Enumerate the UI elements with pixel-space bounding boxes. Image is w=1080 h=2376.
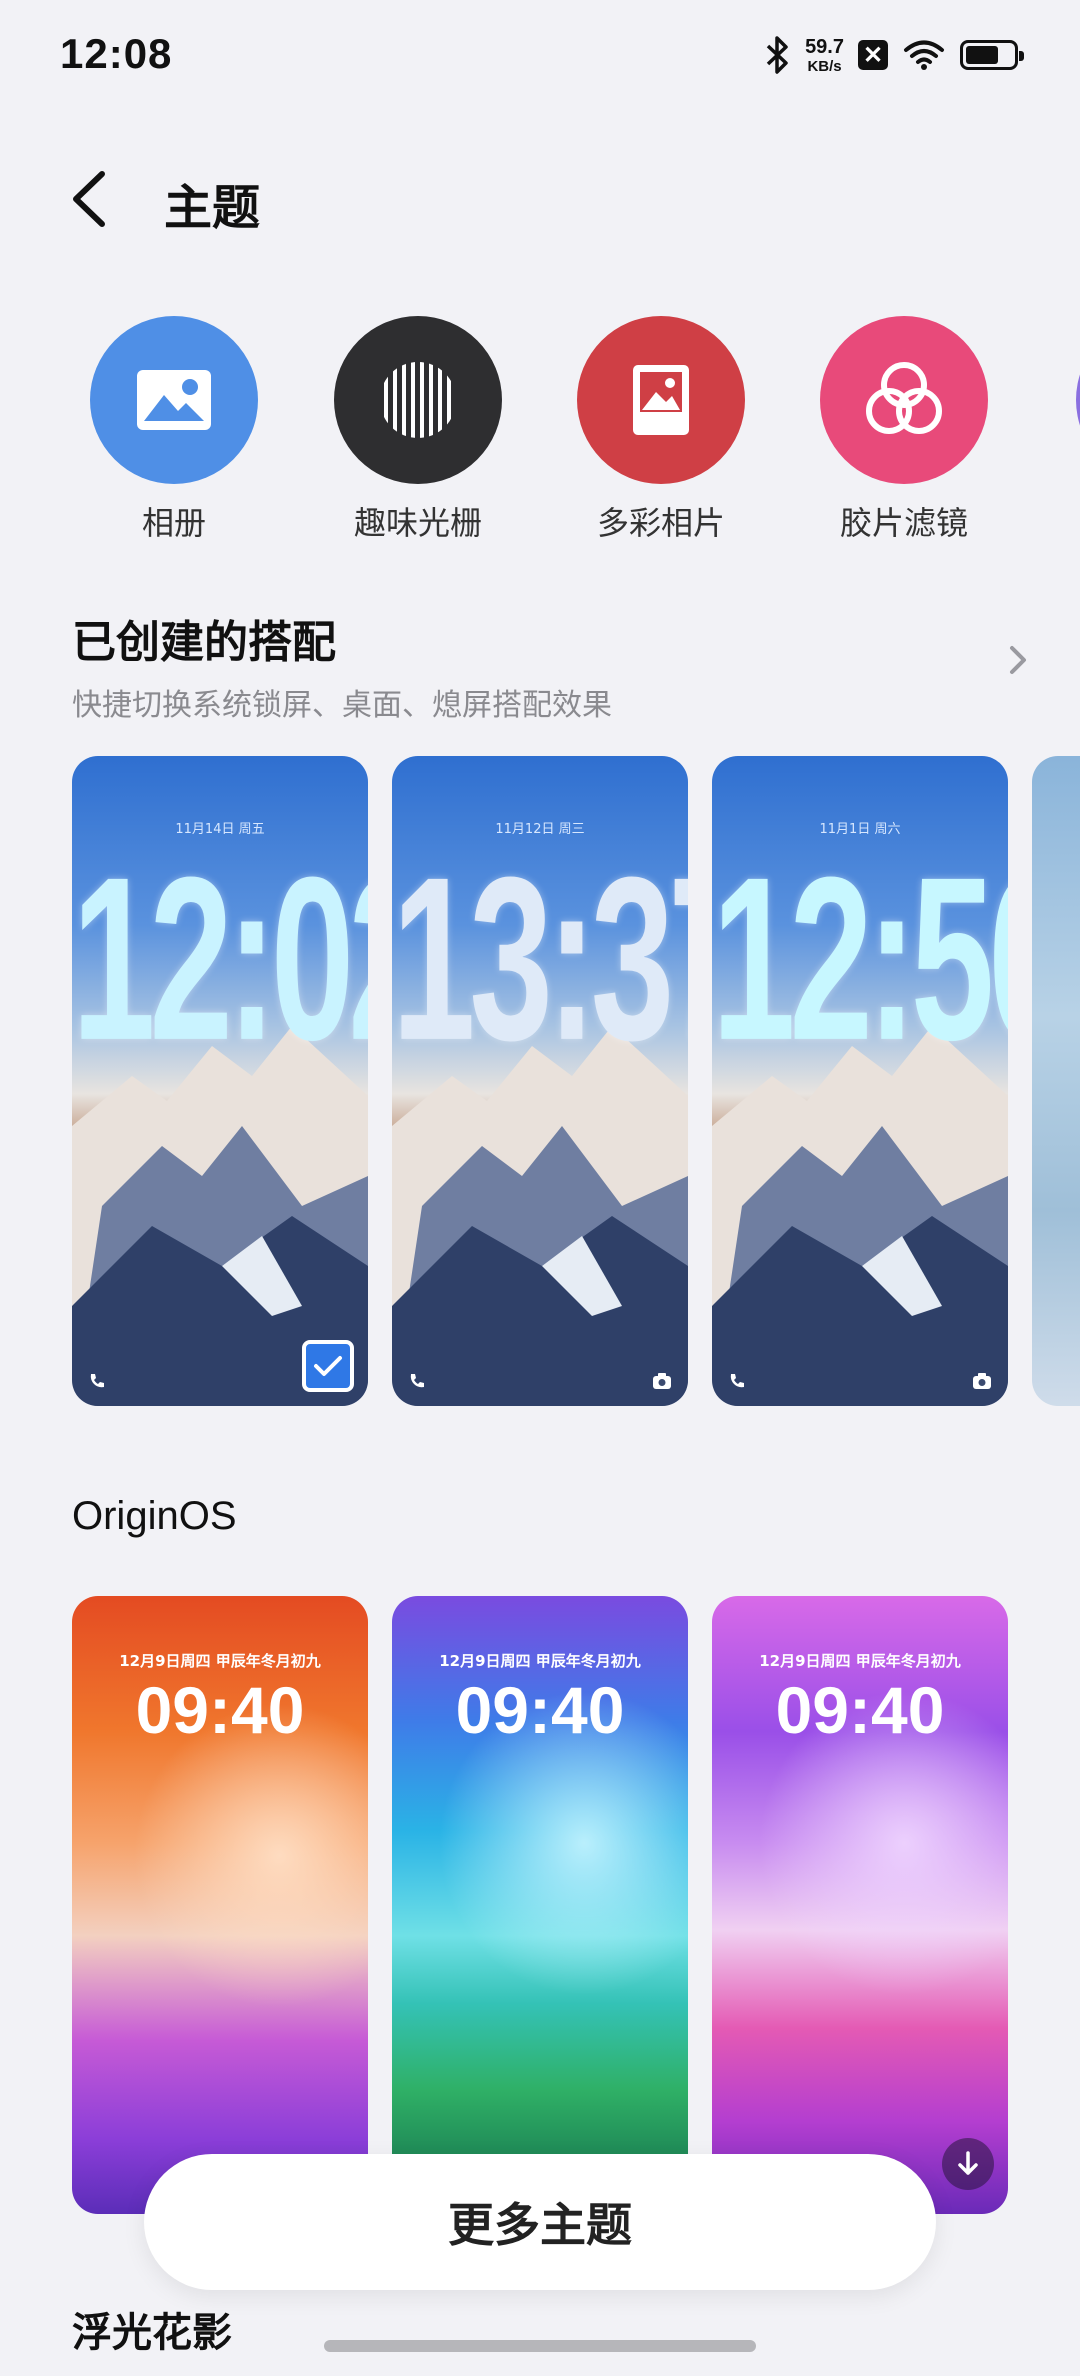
grating-icon xyxy=(384,362,451,438)
lockscreen-card[interactable]: 11月14日 周五 12:02 xyxy=(72,756,368,1406)
network-speed: 59.7 KB/s xyxy=(805,37,844,74)
section-title-originos: OriginOS xyxy=(72,1494,237,1538)
download-icon xyxy=(958,2151,978,2175)
selected-checkbox[interactable] xyxy=(302,1340,354,1392)
theme-card[interactable]: 12月9日周四 甲辰年冬月初九 09:40 xyxy=(712,1596,1008,2214)
status-icons: 59.7 KB/s ✕ xyxy=(765,36,1024,74)
status-time: 12:08 xyxy=(60,30,173,77)
gallery-icon xyxy=(137,370,211,430)
lock-clock: 12:50 xyxy=(712,828,1008,1089)
theme-date: 12月9日周四 甲辰年冬月初九 xyxy=(439,1652,641,1670)
camera-icon xyxy=(653,1373,671,1389)
lockscreen-card-peek[interactable] xyxy=(1032,756,1080,1406)
phone-icon xyxy=(90,1374,104,1388)
category-label: 多彩相片 xyxy=(596,504,725,542)
theme-card[interactable]: 12月9日周四 甲辰年冬月初九 09:40 xyxy=(72,1596,368,2214)
section-title-next: 浮光花影 xyxy=(72,2310,232,2356)
bluetooth-icon xyxy=(766,36,788,74)
category-gallery[interactable]: 相册 xyxy=(74,316,274,544)
category-row[interactable]: 相册 趣味光栅 多彩相片 胶片滤镜 xyxy=(0,316,1080,546)
camera-icon xyxy=(973,1373,991,1389)
phone-icon xyxy=(410,1374,424,1388)
network-speed-value: 59.7 xyxy=(805,35,844,58)
status-bar: 12:08 59.7 KB/s ✕ xyxy=(0,0,1080,120)
theme-clock: 09:40 xyxy=(455,1673,625,1747)
category-peek-circle[interactable] xyxy=(1076,316,1080,484)
theme-date: 12月9日周四 甲辰年冬月初九 xyxy=(119,1652,321,1670)
originos-row: 12月9日周四 甲辰年冬月初九 09:40 12月9日周四 甲辰年冬月初九 09… xyxy=(0,1596,1080,2216)
page-title: 主题 xyxy=(164,180,261,236)
theme-card[interactable]: 12月9日周四 甲辰年冬月初九 09:40 xyxy=(392,1596,688,2214)
category-colorful-photo-circle[interactable] xyxy=(577,316,745,484)
wifi-icon xyxy=(904,40,944,70)
lockscreen-card[interactable]: 11月12日 周三 13:37 xyxy=(392,756,688,1406)
category-label: 趣味光栅 xyxy=(353,504,482,542)
category-grating[interactable]: 趣味光栅 xyxy=(318,316,518,544)
category-more-peek[interactable] xyxy=(1060,316,1080,484)
battery-icon xyxy=(960,40,1024,70)
theme-clock: 09:40 xyxy=(135,1673,305,1747)
checkmark-icon xyxy=(314,1356,342,1376)
category-grating-circle[interactable] xyxy=(334,316,502,484)
category-film-filter[interactable]: 胶片滤镜 xyxy=(804,316,1004,544)
lockscreen-card[interactable]: 11月1日 周六 12:50 xyxy=(712,756,1008,1406)
section-subtitle-created: 快捷切换系统锁屏、桌面、熄屏搭配效果 xyxy=(72,688,612,723)
category-label: 胶片滤镜 xyxy=(839,504,968,542)
more-themes-button[interactable]: 更多主题 xyxy=(144,2154,936,2290)
category-label: 相册 xyxy=(141,504,206,542)
category-film-filter-circle[interactable] xyxy=(820,316,988,484)
phone-icon xyxy=(730,1374,744,1388)
theme-date: 12月9日周四 甲辰年冬月初九 xyxy=(759,1652,961,1670)
battery-fill xyxy=(966,46,999,64)
category-colorful-photo[interactable]: 多彩相片 xyxy=(561,316,761,544)
created-row: 11月14日 周五 12:02 11月12日 周三 13:37 11月1日 周六… xyxy=(0,756,1080,1406)
network-speed-unit: KB/s xyxy=(807,57,842,75)
section-title-created: 已创建的搭配 xyxy=(72,617,336,668)
home-indicator[interactable] xyxy=(324,2340,756,2352)
theme-clock: 09:40 xyxy=(775,1673,945,1747)
photo-frame-icon xyxy=(633,365,689,435)
x-app-icon: ✕ xyxy=(858,40,888,70)
chevron-right-icon[interactable] xyxy=(998,640,1038,680)
lock-clock: 13:37 xyxy=(392,828,688,1089)
category-gallery-circle[interactable] xyxy=(90,316,258,484)
film-filter-icon xyxy=(866,362,942,434)
lock-clock: 12:02 xyxy=(72,828,368,1089)
download-button[interactable] xyxy=(942,2138,994,2190)
back-button[interactable] xyxy=(62,164,122,234)
